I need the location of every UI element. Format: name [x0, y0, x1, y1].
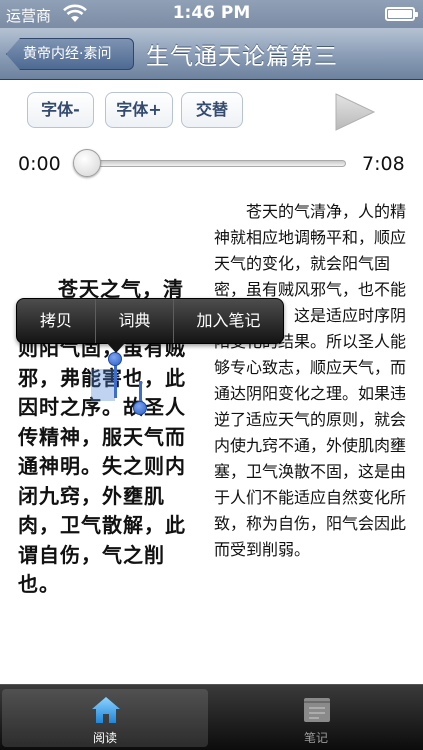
navigation-bar: 黄帝内经·素问 生气通天论篇第三	[0, 28, 423, 80]
total-time: 7:08	[362, 153, 405, 175]
slider-thumb[interactable]	[73, 149, 101, 177]
battery-icon	[385, 7, 418, 21]
tab-notes[interactable]: 笔记	[213, 689, 419, 747]
notebook-icon	[304, 698, 330, 722]
audio-progress-slider[interactable]	[76, 160, 346, 167]
translation-text[interactable]: 苍天的气清净，人的精神就相应地调畅平和，顺应天气的变化，就会阳气固密，虽有贼风邪…	[214, 202, 406, 559]
add-note-menu-item[interactable]: 加入笔记	[173, 299, 283, 343]
tab-read[interactable]: 阅读	[2, 689, 208, 747]
selection-end-handle[interactable]	[133, 401, 147, 415]
swap-button[interactable]: 交替	[181, 92, 243, 128]
copy-menu-item[interactable]: 拷贝	[17, 299, 95, 343]
page-title: 生气通天论篇第三	[146, 44, 338, 70]
translation-text-column[interactable]: 苍天的气清净，人的精神就相应地调畅平和，顺应天气的变化，就会阳气固密，虽有贼风邪…	[214, 199, 410, 563]
font-decrease-button[interactable]: 字体-	[27, 92, 94, 128]
dictionary-menu-item[interactable]: 词典	[95, 299, 173, 343]
menu-pointer	[107, 343, 125, 353]
tab-notes-label: 笔记	[303, 731, 328, 745]
text-context-menu: 拷贝 词典 加入笔记	[16, 298, 284, 353]
text-selection-highlight	[91, 369, 115, 401]
current-time: 0:00	[18, 153, 61, 175]
selection-start-handle[interactable]	[108, 352, 122, 366]
house-icon	[92, 697, 120, 723]
selection-start-bar	[114, 362, 117, 398]
font-increase-button[interactable]: 字体+	[105, 92, 173, 128]
tab-read-label: 阅读	[92, 731, 117, 745]
status-bar: 运营商 1:46 PM	[0, 0, 423, 28]
tab-bar: 阅读 笔记	[0, 684, 423, 750]
status-time: 1:46 PM	[172, 3, 251, 23]
back-button[interactable]: 黄帝内经·素问	[6, 38, 134, 70]
play-icon[interactable]	[334, 92, 376, 132]
